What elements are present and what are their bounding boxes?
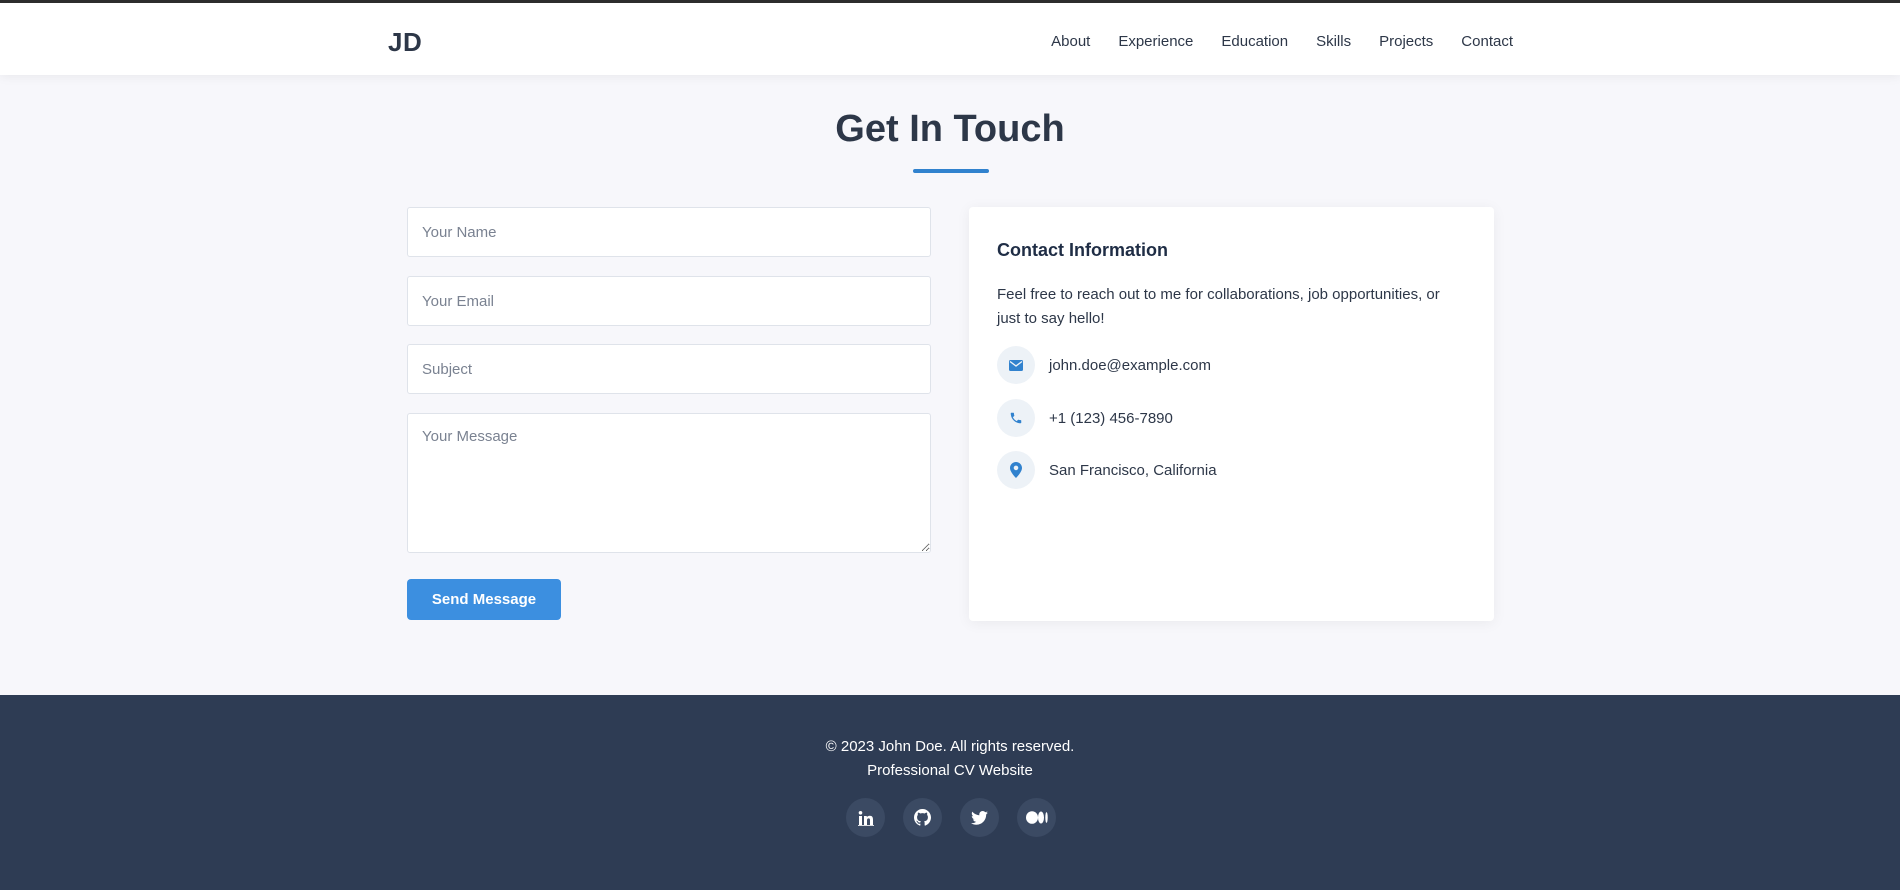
contact-phone-text[interactable]: +1 (123) 456-7890: [1049, 410, 1173, 427]
github-icon[interactable]: [903, 798, 942, 837]
contact-email-text[interactable]: john.doe@example.com: [1049, 357, 1211, 374]
message-textarea[interactable]: [407, 413, 931, 553]
linkedin-icon[interactable]: [846, 798, 885, 837]
site-header: JD About Experience Education Skills Pro…: [0, 0, 1900, 75]
contact-info-title: Contact Information: [997, 240, 1168, 260]
nav-link-contact[interactable]: Contact: [1461, 33, 1513, 50]
nav-link-experience[interactable]: Experience: [1118, 33, 1193, 50]
nav-link-about[interactable]: About: [1051, 33, 1090, 50]
main-nav: About Experience Education Skills Projec…: [1051, 33, 1513, 50]
subject-input[interactable]: [407, 344, 931, 394]
nav-link-projects[interactable]: Projects: [1379, 33, 1433, 50]
contact-info-description: Feel free to reach out to me for collabo…: [997, 286, 1440, 327]
site-logo[interactable]: JD: [388, 27, 422, 58]
site-footer: © 2023 John Doe. All rights reserved. Pr…: [0, 695, 1900, 890]
twitter-icon[interactable]: [960, 798, 999, 837]
title-underline: [913, 169, 989, 173]
section-title: Get In Touch: [835, 108, 1065, 150]
contact-info-card: Contact Information Feel free to reach o…: [969, 207, 1494, 621]
envelope-icon: [997, 346, 1035, 384]
social-links: [846, 798, 1056, 837]
location-pin-icon: [997, 451, 1035, 489]
email-input[interactable]: [407, 276, 931, 326]
contact-location-row: San Francisco, California: [997, 451, 1217, 489]
footer-tagline: Professional CV Website: [867, 762, 1033, 779]
name-input[interactable]: [407, 207, 931, 257]
nav-link-education[interactable]: Education: [1221, 33, 1288, 50]
send-message-button[interactable]: Send Message: [407, 579, 561, 620]
contact-location-text: San Francisco, California: [1049, 461, 1217, 479]
phone-icon: [997, 399, 1035, 437]
footer-copyright: © 2023 John Doe. All rights reserved.: [825, 738, 1075, 755]
contact-phone-row: +1 (123) 456-7890: [997, 399, 1173, 437]
contact-email-row: john.doe@example.com: [997, 346, 1211, 384]
medium-icon[interactable]: [1017, 798, 1056, 837]
nav-link-skills[interactable]: Skills: [1316, 33, 1351, 50]
